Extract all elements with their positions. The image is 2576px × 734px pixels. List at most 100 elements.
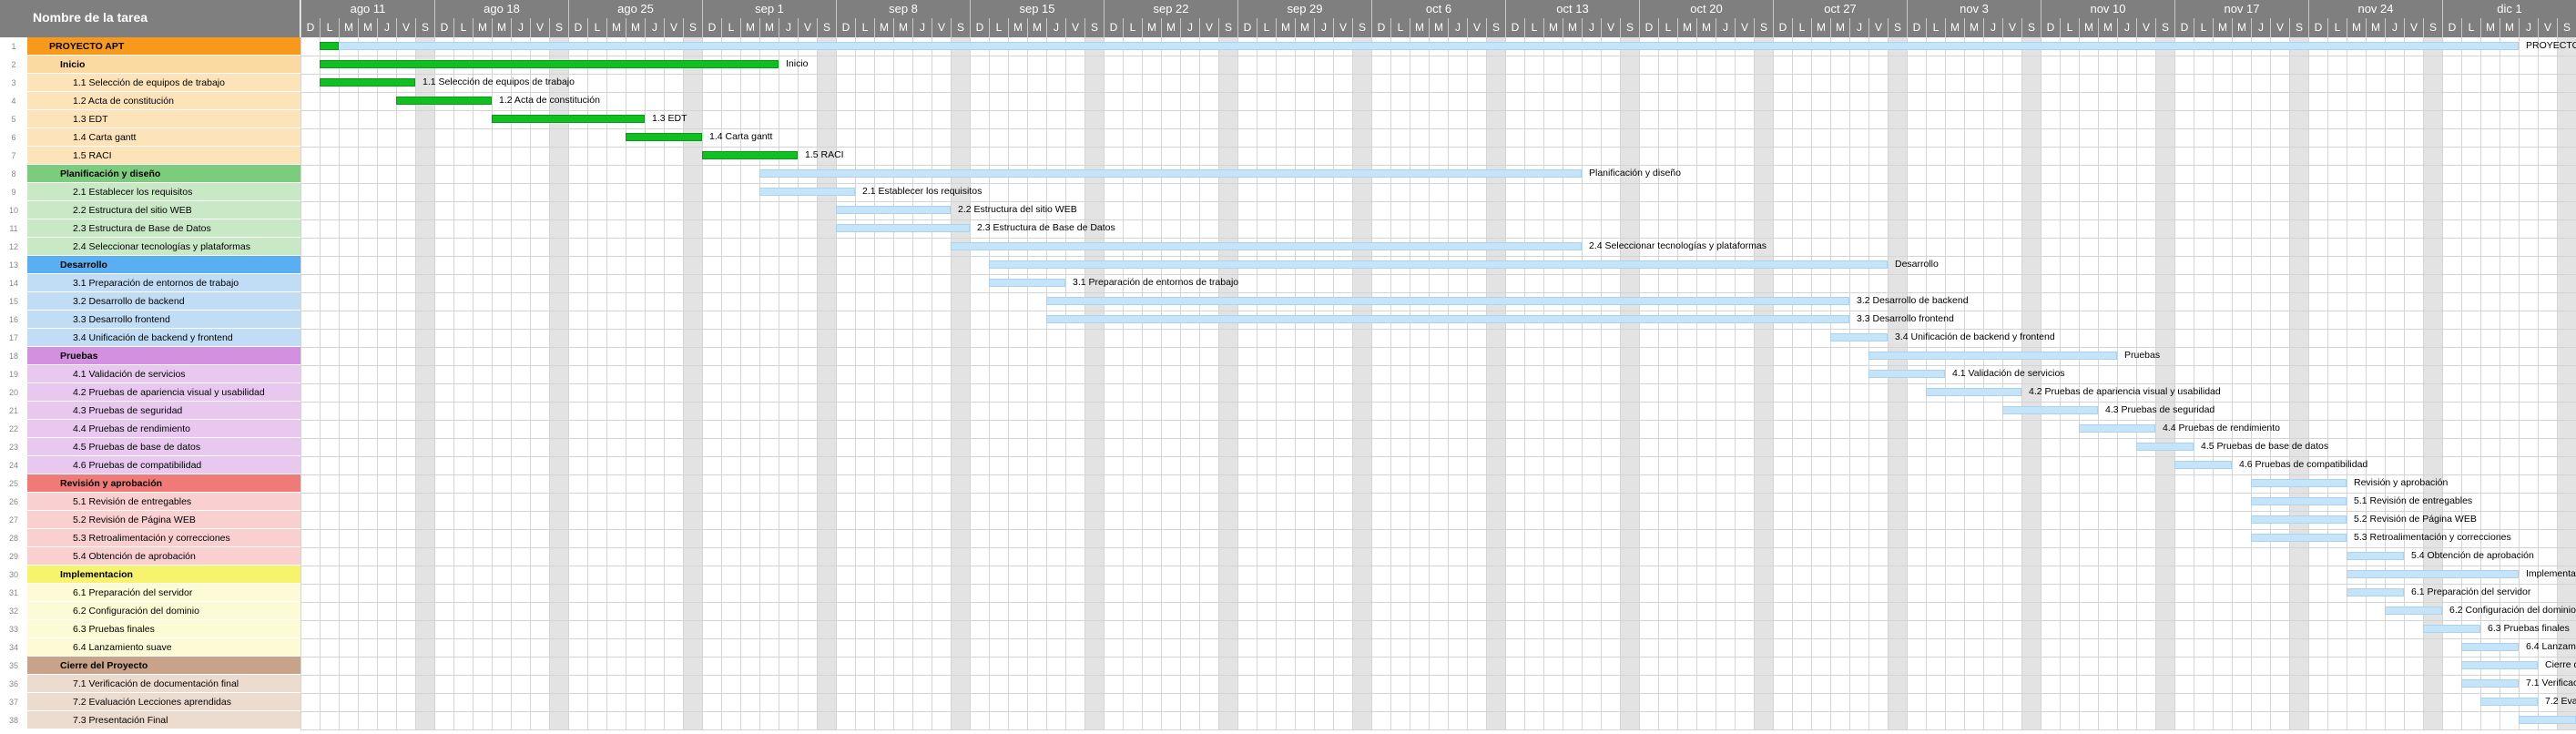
- task-name-cell[interactable]: 4.4 Pruebas de rendimiento: [27, 420, 300, 438]
- day-label: J: [645, 18, 664, 37]
- bar-label: Inicio: [786, 58, 809, 69]
- gantt-bar[interactable]: [1830, 333, 1888, 342]
- task-name-cell[interactable]: 1.3 EDT: [27, 110, 300, 128]
- task-name-cell[interactable]: 6.3 Pruebas finales: [27, 620, 300, 638]
- gantt-bar[interactable]: [759, 169, 1582, 178]
- gantt-bar[interactable]: [2174, 461, 2232, 469]
- gantt-bar[interactable]: [2002, 406, 2098, 414]
- day-label: D: [1237, 18, 1257, 37]
- bar-label: 5.1 Revisión de entregables: [2354, 495, 2473, 506]
- task-name-cell[interactable]: 4.2 Pruebas de apariencia visual y usabi…: [27, 383, 300, 402]
- gantt-bar[interactable]: [2347, 570, 2519, 578]
- phase-name-cell[interactable]: Pruebas: [27, 347, 300, 365]
- gantt-bar[interactable]: [989, 279, 1065, 287]
- day-label: S: [549, 18, 568, 37]
- gantt-bar[interactable]: [2347, 588, 2404, 596]
- gantt-bar[interactable]: [2461, 643, 2519, 651]
- gantt-bar[interactable]: [2251, 534, 2347, 542]
- gantt-bar[interactable]: [1868, 370, 1945, 378]
- task-name-cell[interactable]: 4.6 Pruebas de compatibilidad: [27, 456, 300, 474]
- gantt-bar[interactable]: [836, 206, 951, 214]
- task-name-cell[interactable]: 1.1 Selección de equipos de trabajo: [27, 74, 300, 92]
- phase-name-cell[interactable]: PROYECTO APT: [27, 37, 300, 56]
- day-label: L: [1257, 18, 1276, 37]
- task-name-cell[interactable]: 2.4 Seleccionar tecnologías y plataforma…: [27, 238, 300, 256]
- task-name-cell[interactable]: 6.4 Lanzamiento suave: [27, 638, 300, 657]
- grid-hline: [300, 329, 2576, 330]
- gantt-bar[interactable]: [989, 260, 1888, 269]
- task-name-cell[interactable]: 6.1 Preparación del servidor: [27, 584, 300, 602]
- task-name-cell[interactable]: 1.2 Acta de constitución: [27, 92, 300, 110]
- gantt-bar[interactable]: [320, 42, 2519, 50]
- task-name-cell[interactable]: 7.1 Verificación de documentación final: [27, 675, 300, 693]
- bar-label: 4.2 Pruebas de apariencia visual y usabi…: [2029, 386, 2221, 397]
- day-label: V: [2002, 18, 2021, 37]
- gantt-bar[interactable]: [1868, 352, 2117, 360]
- bar-label: 4.3 Pruebas de seguridad: [2105, 404, 2215, 415]
- phase-name-cell[interactable]: Revisión y aprobación: [27, 474, 300, 493]
- grid-hline: [300, 238, 2576, 239]
- task-name-cell[interactable]: 2.2 Estructura del sitio WEB: [27, 201, 300, 219]
- day-label: S: [1754, 18, 1773, 37]
- grid-hline: [300, 620, 2576, 621]
- task-name-cell[interactable]: 3.1 Preparación de entornos de trabajo: [27, 274, 300, 292]
- gantt-bar[interactable]: [2251, 515, 2347, 524]
- gantt-bar[interactable]: [1046, 297, 1849, 305]
- day-label: J: [1582, 18, 1601, 37]
- task-name-cell[interactable]: 3.2 Desarrollo de backend: [27, 292, 300, 311]
- gantt-bar[interactable]: [2079, 424, 2155, 433]
- gantt-bar[interactable]: [2461, 679, 2519, 688]
- day-label: S: [2155, 18, 2174, 37]
- gantt-bar[interactable]: [2251, 479, 2347, 487]
- day-label: D: [2442, 18, 2461, 37]
- task-name-cell[interactable]: 7.3 Presentación Final: [27, 711, 300, 729]
- task-name-cell[interactable]: 4.1 Validación de servicios: [27, 365, 300, 383]
- day-label: L: [2327, 18, 2347, 37]
- phase-name-cell[interactable]: Desarrollo: [27, 256, 300, 274]
- day-label: S: [1218, 18, 1237, 37]
- gantt-bar[interactable]: [2423, 625, 2480, 633]
- task-name-cell[interactable]: 7.2 Evaluación Lecciones aprendidas: [27, 693, 300, 711]
- gantt-bar[interactable]: [1046, 315, 1849, 323]
- gantt-bar[interactable]: [1926, 388, 2021, 396]
- phase-name-cell[interactable]: Cierre del Proyecto: [27, 657, 300, 675]
- gantt-bar[interactable]: [2385, 607, 2442, 615]
- phase-name-cell[interactable]: Inicio: [27, 56, 300, 74]
- gantt-progress: [320, 42, 339, 50]
- bar-label: 5.3 Retroalimentación y correcciones: [2354, 532, 2511, 543]
- phase-name-cell[interactable]: Planificación y diseño: [27, 165, 300, 183]
- gantt-bar[interactable]: [951, 242, 1582, 250]
- day-label: V: [1868, 18, 1888, 37]
- task-name-cell[interactable]: 2.1 Establecer los requisitos: [27, 183, 300, 201]
- task-name-cell[interactable]: 2.3 Estructura de Base de Datos: [27, 219, 300, 238]
- grid-hline: [300, 474, 2576, 475]
- task-column-header[interactable]: Nombre de la tarea: [0, 0, 300, 37]
- task-name-cell[interactable]: 5.2 Revisión de Página WEB: [27, 511, 300, 529]
- day-label: S: [2021, 18, 2041, 37]
- task-name-cell[interactable]: 5.3 Retroalimentación y correcciones: [27, 529, 300, 547]
- gantt-bar[interactable]: [2461, 661, 2538, 669]
- task-name-cell[interactable]: 5.4 Obtención de aprobación: [27, 547, 300, 566]
- task-name-cell[interactable]: 5.1 Revisión de entregables: [27, 493, 300, 511]
- day-label: M: [1429, 18, 1448, 37]
- task-name-cell[interactable]: 1.5 RACI: [27, 147, 300, 165]
- task-name-cell[interactable]: 4.5 Pruebas de base de datos: [27, 438, 300, 456]
- task-name-cell[interactable]: 6.2 Configuración del dominio: [27, 602, 300, 620]
- day-label: J: [1314, 18, 1333, 37]
- task-name-cell[interactable]: 1.4 Carta gantt: [27, 128, 300, 147]
- gantt-bar[interactable]: [2347, 552, 2404, 560]
- gantt-bar[interactable]: [836, 224, 970, 232]
- day-label: V: [1601, 18, 1620, 37]
- task-name-cell[interactable]: 3.4 Unificación de backend y frontend: [27, 329, 300, 347]
- day-label: J: [1983, 18, 2002, 37]
- day-label: M: [2480, 18, 2500, 37]
- gantt-bar[interactable]: [2519, 716, 2576, 724]
- gantt-bar[interactable]: [2251, 497, 2347, 505]
- gantt-bar[interactable]: [2136, 443, 2194, 451]
- phase-name-cell[interactable]: Implementacion: [27, 566, 300, 584]
- gantt-bar[interactable]: [759, 188, 855, 196]
- task-name-cell[interactable]: 3.3 Desarrollo frontend: [27, 311, 300, 329]
- task-name-cell[interactable]: 4.3 Pruebas de seguridad: [27, 402, 300, 420]
- day-label: M: [1142, 18, 1161, 37]
- gantt-bar[interactable]: [2480, 698, 2538, 706]
